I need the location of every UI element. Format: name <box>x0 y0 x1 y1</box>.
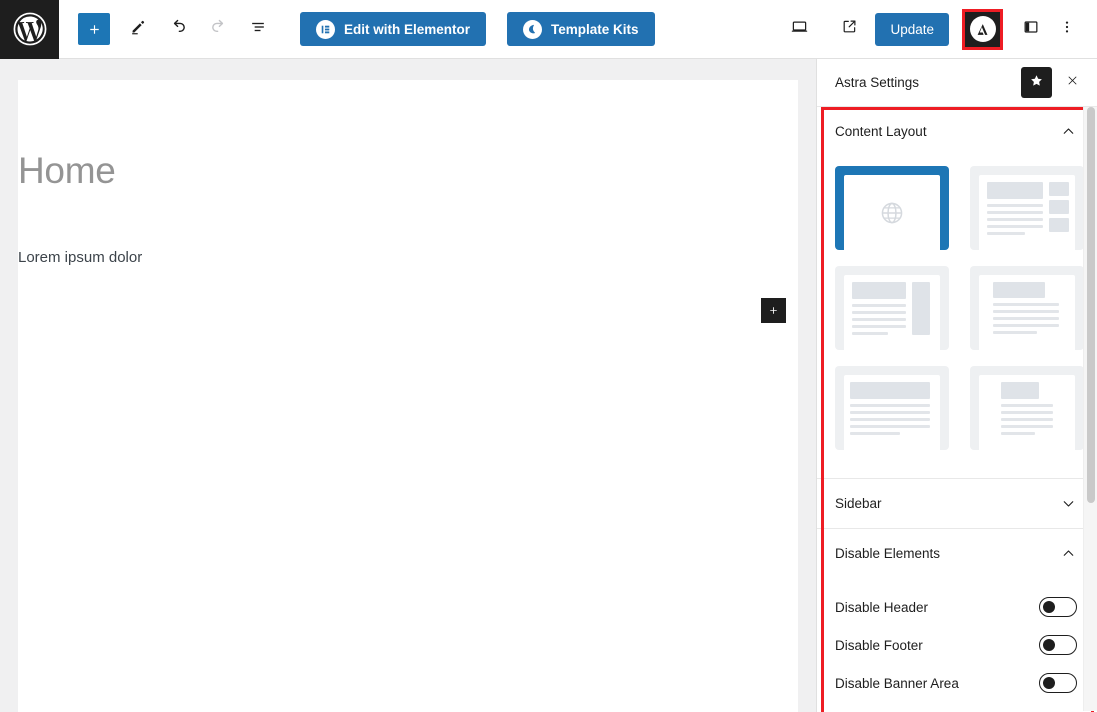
update-button[interactable]: Update <box>875 12 949 46</box>
disable-banner-area-row: Disable Banner Area <box>817 664 1097 702</box>
editor-canvas-area: Home Lorem ipsum dolor <box>0 59 816 712</box>
envato-logo-icon <box>523 19 543 39</box>
disable-header-toggle[interactable] <box>1039 597 1077 617</box>
disable-footer-row: Disable Footer <box>817 626 1097 664</box>
section-disable-elements: Disable Elements Disable Header Disable … <box>817 529 1097 712</box>
undo-button[interactable] <box>160 11 196 47</box>
wordpress-logo-icon <box>13 12 47 46</box>
section-content-layout-label: Content Layout <box>835 124 927 139</box>
disable-banner-area-toggle[interactable] <box>1039 673 1077 693</box>
disable-header-label: Disable Header <box>835 599 929 615</box>
chevron-up-icon <box>1060 123 1077 140</box>
section-content-layout-header[interactable]: Content Layout <box>817 107 1097 156</box>
star-icon <box>1029 73 1044 93</box>
wordpress-logo-button[interactable] <box>0 0 59 59</box>
section-disable-elements-header[interactable]: Disable Elements <box>817 529 1097 578</box>
redo-arrow-icon <box>208 16 229 42</box>
template-kits-label: Template Kits <box>551 21 639 37</box>
wordpress-block-editor: Edit with Elementor Template Kits Update… <box>0 0 1097 712</box>
more-options-button[interactable] <box>1049 11 1085 47</box>
panel-close-button[interactable] <box>1057 68 1087 98</box>
layout-option-full-width-stretched[interactable] <box>970 366 1084 450</box>
section-disable-elements-label: Disable Elements <box>835 546 941 561</box>
block-appender-button[interactable] <box>761 298 786 323</box>
globe-icon <box>844 175 940 250</box>
document-overview-button[interactable] <box>240 11 276 47</box>
post-content-sheet[interactable]: Home Lorem ipsum dolor <box>18 80 798 712</box>
three-dots-vertical-icon <box>1058 18 1076 41</box>
astra-settings-toggle-button[interactable] <box>962 8 1003 50</box>
desktop-preview-icon <box>789 16 810 42</box>
disable-elements-body: Disable Header Disable Footer Disable Ba… <box>817 578 1097 712</box>
panel-title: Astra Settings <box>835 75 920 90</box>
pencil-icon <box>129 17 148 41</box>
settings-sidebar-toggle[interactable] <box>1013 11 1049 47</box>
add-block-button[interactable] <box>78 13 110 45</box>
paragraph-block[interactable]: Lorem ipsum dolor <box>18 249 142 266</box>
toolbar-right-group: Update <box>781 8 1097 50</box>
layout-option-narrow-width-sidebar[interactable] <box>970 166 1084 250</box>
edit-with-elementor-button[interactable]: Edit with Elementor <box>300 12 487 46</box>
settings-sidebar-icon <box>1021 17 1041 42</box>
view-site-button[interactable] <box>831 11 867 47</box>
panel-header: Astra Settings <box>817 59 1097 107</box>
toolbar-left-group <box>59 11 276 47</box>
redo-button[interactable] <box>200 11 236 47</box>
section-sidebar-header[interactable]: Sidebar <box>817 479 1097 528</box>
layout-option-default[interactable] <box>835 166 949 250</box>
list-view-icon <box>248 17 268 42</box>
astra-settings-panel: Astra Settings Content Layout Sidebar Di… <box>816 59 1097 712</box>
preview-button[interactable] <box>781 11 817 47</box>
content-layout-options <box>817 156 1097 478</box>
section-content-layout: Content Layout <box>817 107 1097 479</box>
undo-arrow-icon <box>168 16 189 42</box>
astra-logo-icon <box>969 16 996 42</box>
editor-toolbar: Edit with Elementor Template Kits Update <box>0 0 1097 59</box>
edit-mode-button[interactable] <box>120 11 156 47</box>
disable-header-row: Disable Header <box>817 588 1097 626</box>
disable-footer-toggle[interactable] <box>1039 635 1077 655</box>
edit-with-elementor-label: Edit with Elementor <box>344 21 471 37</box>
layout-option-boxed[interactable] <box>970 266 1084 350</box>
close-x-icon <box>1065 73 1080 93</box>
layout-option-content-boxed-right-sidebar[interactable] <box>835 266 949 350</box>
disable-banner-area-label: Disable Banner Area <box>835 675 959 691</box>
panel-scrollbar-thumb[interactable] <box>1087 107 1095 503</box>
layout-option-full-width-contained[interactable] <box>835 366 949 450</box>
section-sidebar-label: Sidebar <box>835 496 882 511</box>
elementor-logo-icon <box>316 19 335 39</box>
section-sidebar: Sidebar <box>817 479 1097 529</box>
chevron-down-icon <box>1060 495 1077 512</box>
disable-footer-label: Disable Footer <box>835 637 923 653</box>
post-title-field[interactable]: Home <box>18 150 116 192</box>
astra-favorite-button[interactable] <box>1021 67 1052 98</box>
panel-scrollbar[interactable] <box>1083 107 1097 711</box>
chevron-up-icon <box>1060 545 1077 562</box>
template-kits-button[interactable]: Template Kits <box>507 12 655 46</box>
external-link-icon <box>840 17 859 41</box>
